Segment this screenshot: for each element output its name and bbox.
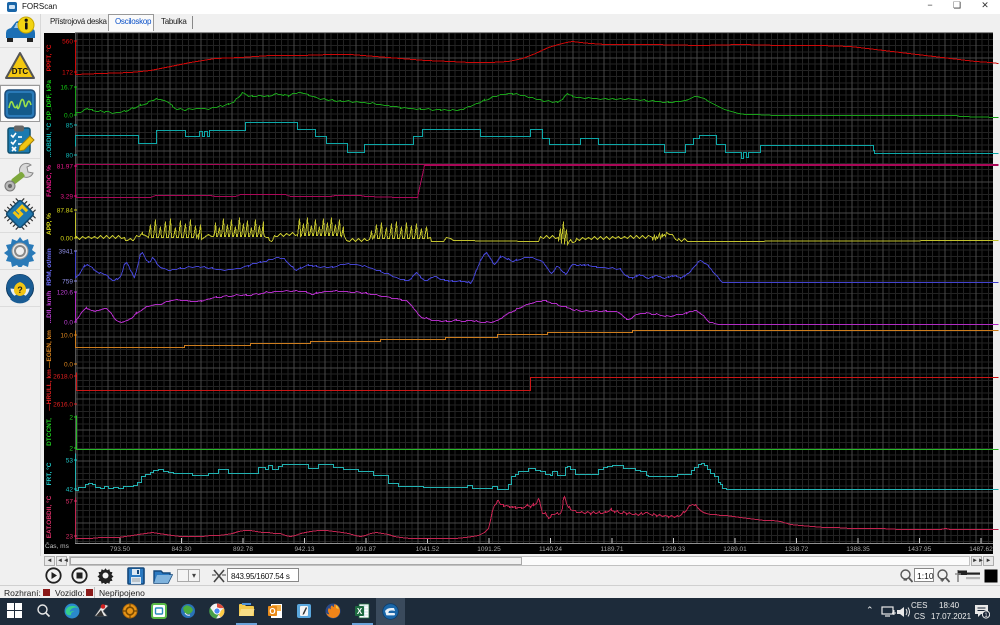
svg-text:23: 23	[66, 534, 74, 541]
svg-text:0.0: 0.0	[64, 113, 73, 120]
svg-text:42: 42	[66, 487, 74, 494]
svg-text:87.84: 87.84	[57, 208, 74, 215]
svg-text:0.0: 0.0	[64, 320, 73, 327]
svg-text:2616.0: 2616.0	[53, 402, 73, 409]
svg-text:10.0: 10.0	[60, 333, 73, 340]
svg-text:RPM, ot/min: RPM, ot/min	[46, 248, 53, 286]
svg-text:...OBDII, °C: ...OBDII, °C	[45, 123, 53, 158]
svg-text:80: 80	[66, 153, 74, 160]
svg-text:0.00: 0.00	[60, 236, 73, 243]
svg-text:—EGEN, km: —EGEN, km	[46, 330, 53, 368]
svg-text:560: 560	[62, 39, 73, 46]
svg-text:...DII, km/h: ...DII, km/h	[46, 291, 53, 324]
svg-text:0.0: 0.0	[64, 362, 73, 369]
svg-text:53: 53	[66, 458, 74, 465]
svg-text:DP_DPF, kPa: DP_DPF, kPa	[46, 80, 53, 120]
svg-text:120.6: 120.6	[57, 290, 74, 297]
svg-text:DTC: DTC	[12, 67, 29, 76]
svg-text:?: ?	[17, 285, 23, 295]
svg-text:O: O	[269, 607, 275, 616]
svg-text:2: 2	[69, 415, 73, 422]
svg-text:3941: 3941	[59, 249, 74, 256]
svg-text:DTCCNT,: DTCCNT,	[46, 418, 53, 446]
svg-text:81.97: 81.97	[57, 164, 74, 171]
svg-text:X: X	[357, 607, 363, 616]
svg-text:EAT.OBDII, °C: EAT.OBDII, °C	[45, 495, 53, 538]
svg-text:2618.0: 2618.0	[53, 374, 73, 381]
svg-text:APP, %: APP, %	[46, 213, 53, 235]
svg-text:172: 172	[62, 70, 73, 77]
svg-text:3.29: 3.29	[60, 194, 73, 201]
svg-text:FANDC, %: FANDC, %	[46, 165, 53, 197]
svg-text:85: 85	[66, 123, 74, 130]
svg-text:16.7: 16.7	[60, 85, 73, 92]
svg-text:—HRULL, km: —HRULL, km	[46, 369, 53, 411]
svg-text:PPFT, °C: PPFT, °C	[45, 44, 53, 71]
svg-text:FRT, °C: FRT, °C	[45, 462, 53, 485]
svg-text:57: 57	[66, 499, 74, 506]
svg-text:759: 759	[62, 279, 73, 286]
svg-text:2: 2	[69, 446, 73, 453]
